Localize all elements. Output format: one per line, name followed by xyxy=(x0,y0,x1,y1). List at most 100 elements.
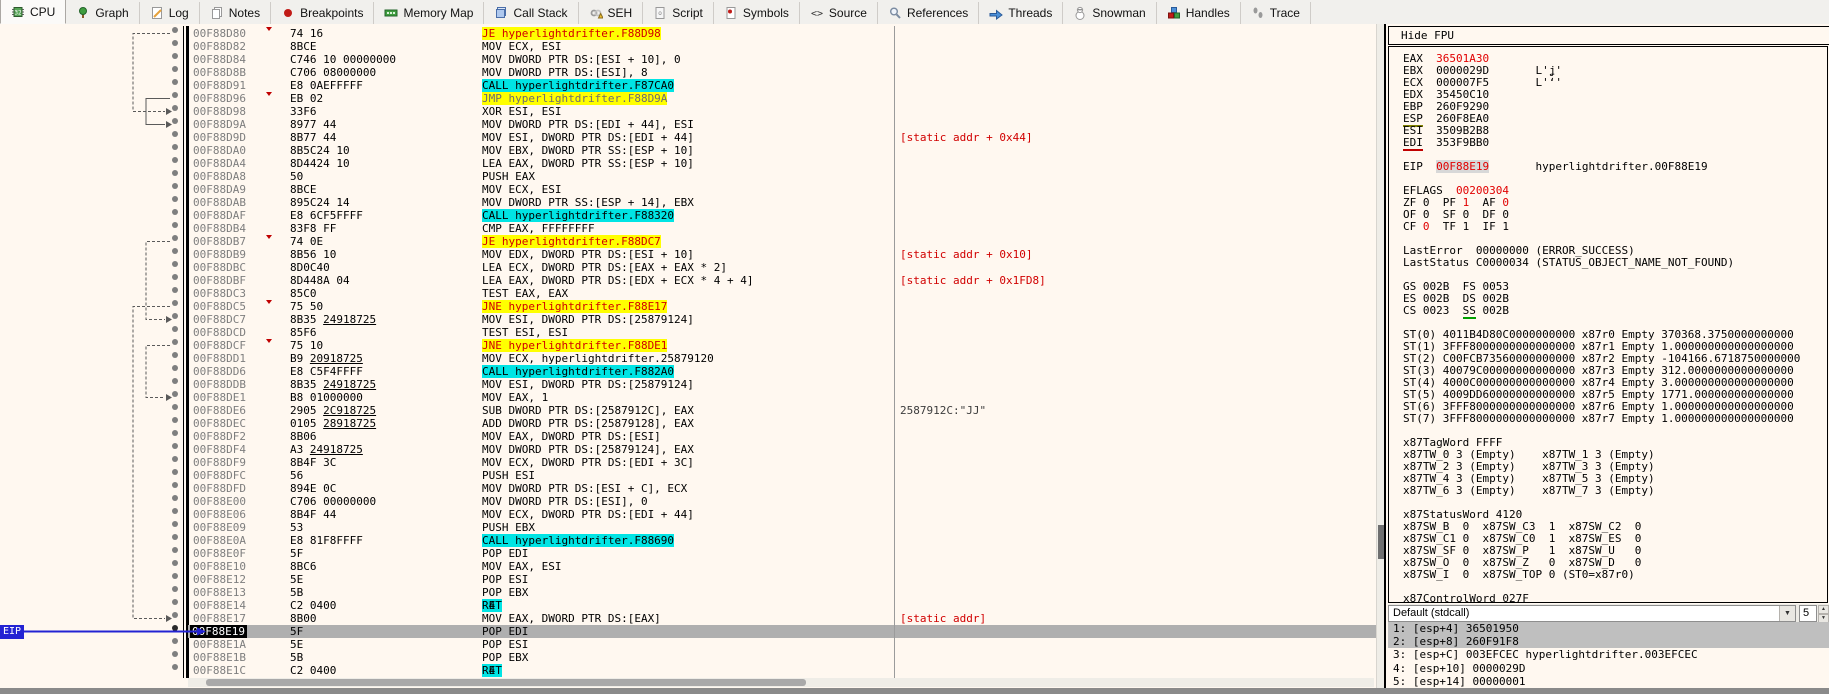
argument-row[interactable]: 1: [esp+4] 36501950 xyxy=(1388,622,1829,635)
registers-pane: Hide FPU EAX 36501A30EBX 0000029D L'ʝ'EC… xyxy=(1384,24,1829,688)
register-line[interactable]: x87TW_6 3 (Empty) x87TW_7 3 (Empty) xyxy=(1403,485,1827,497)
svg-text:<>: <> xyxy=(811,9,823,20)
snowman-icon xyxy=(1073,6,1087,20)
svg-text:32: 32 xyxy=(14,9,22,16)
bytes-cell: 56 xyxy=(290,469,303,482)
bytes-cell: 0105 28918725 xyxy=(290,417,376,430)
tab-label: Call Stack xyxy=(513,6,567,20)
arguments-list: 1: [esp+4] 365019502: [esp+8] 260F91F83:… xyxy=(1388,622,1829,688)
bytes-cell: E8 0AEFFFFF xyxy=(290,79,363,92)
chevron-down-icon[interactable]: ▼ xyxy=(1779,606,1795,621)
horizontal-scrollbar-thumb[interactable] xyxy=(206,679,806,686)
calling-convention-select[interactable]: Default (stdcall) ▼ xyxy=(1388,605,1796,622)
tab-call-stack[interactable]: Call Stack xyxy=(484,2,578,24)
bytes-cell: 895C24 14 xyxy=(290,196,350,209)
tab-memory-map[interactable]: Memory Map xyxy=(374,2,484,24)
bytes-cell: 74 16 xyxy=(290,27,323,40)
tab-label: References xyxy=(907,6,968,20)
tab-log[interactable]: Log xyxy=(140,2,200,24)
bytes-cell: E8 C5F4FFFF xyxy=(290,365,363,378)
bytes-cell: EB 02 xyxy=(290,92,323,105)
comment-cell: 2587912C:"JJ" xyxy=(900,404,986,417)
tab-trace[interactable]: Trace xyxy=(1241,2,1311,24)
register-line[interactable]: EDI 353F9BB0 xyxy=(1403,137,1827,149)
bytes-cell: 8B35 24918725 xyxy=(290,378,376,391)
bytes-cell: B9 20918725 xyxy=(290,352,363,365)
symbols-icon xyxy=(724,6,738,20)
bytes-cell: 8B35 24918725 xyxy=(290,313,376,326)
register-line[interactable]: EIP 00F88E19 hyperlightdrifter.00F88E19 xyxy=(1403,161,1827,173)
tab-symbols[interactable]: Symbols xyxy=(714,2,800,24)
argument-row[interactable]: 2: [esp+8] 260F91F8 xyxy=(1388,635,1829,648)
comment-cell: [static addr + 0x10] xyxy=(900,248,1032,261)
bytes-cell: 74 0E xyxy=(290,235,323,248)
register-line[interactable]: x87SW_I 0 x87SW_TOP 0 (ST0=x87r0) xyxy=(1403,569,1827,581)
bytes-cell: C2 0400 xyxy=(290,664,336,677)
tab-graph[interactable]: Graph xyxy=(66,2,139,24)
bytes-cell: 8977 44 xyxy=(290,118,336,131)
bytes-cell: 83F8 FF xyxy=(290,222,336,235)
hide-fpu-button[interactable]: Hide FPU xyxy=(1388,26,1829,45)
tab-script[interactable]: oScript xyxy=(643,2,714,24)
breakpoints-icon xyxy=(281,6,295,20)
bytes-cell: C746 10 00000000 xyxy=(290,53,396,66)
bytes-cell: 53 xyxy=(290,521,303,534)
bytes-cell: 33F6 xyxy=(290,105,317,118)
notes-icon xyxy=(210,6,224,20)
bytes-cell: 5F xyxy=(290,625,303,638)
argument-row[interactable]: 5: [esp+14] 00000001 xyxy=(1388,675,1829,688)
tab-breakpoints[interactable]: Breakpoints xyxy=(271,2,374,24)
bytes-cell: B8 01000000 xyxy=(290,391,363,404)
bytes-cell: 50 xyxy=(290,170,303,183)
bytes-cell: 5E xyxy=(290,573,303,586)
bytes-cell: 8BCE xyxy=(290,183,317,196)
bytes-cell: 8B4F 3C xyxy=(290,456,336,469)
tab-handles[interactable]: Handles xyxy=(1157,2,1241,24)
tab-label: Threads xyxy=(1008,6,1052,20)
register-line[interactable]: CF 0 TF 1 IF 1 xyxy=(1403,221,1827,233)
tab-notes[interactable]: Notes xyxy=(200,2,271,24)
cpu-icon: 32 xyxy=(11,5,25,19)
tab-label: Snowman xyxy=(1092,6,1145,20)
threads-icon xyxy=(989,6,1003,20)
bytes-cell: 8B77 44 xyxy=(290,131,336,144)
comment-column-divider[interactable] xyxy=(894,26,895,678)
tab-label: Script xyxy=(672,6,703,20)
register-line[interactable]: CS 0023 SS 002B xyxy=(1403,305,1827,317)
bytes-cell: 8BCE xyxy=(290,40,317,53)
tab-bar: 32CPUGraph Log Notes BreakpointsMemory Map C… xyxy=(0,0,1829,25)
bytes-cell: 8B5C24 10 xyxy=(290,144,350,157)
tab-cpu[interactable]: 32CPU xyxy=(0,0,66,24)
eip-marker: EIP xyxy=(0,625,24,639)
source-icon: <> xyxy=(810,6,824,20)
tab-source[interactable]: <>Source xyxy=(800,2,878,24)
argument-row[interactable]: 3: [esp+C] 003EFCEC hyperlightdrifter.00… xyxy=(1388,648,1829,661)
horizontal-scrollbar[interactable] xyxy=(188,678,1374,687)
tab-label: Log xyxy=(169,6,189,20)
tab-label: Handles xyxy=(1186,6,1230,20)
bytes-cell: 75 10 xyxy=(290,339,323,352)
tab-snowman[interactable]: Snowman xyxy=(1063,2,1156,24)
register-line[interactable]: x87ControlWord 027F xyxy=(1403,593,1827,603)
bytes-cell: 8B56 10 xyxy=(290,248,336,261)
arg-count-input[interactable]: 5 xyxy=(1799,605,1817,622)
bytes-cell: 5E xyxy=(290,638,303,651)
spin-up-icon[interactable]: ▲ xyxy=(1818,605,1829,614)
tab-references[interactable]: References xyxy=(878,2,979,24)
tab-threads[interactable]: Threads xyxy=(979,2,1063,24)
arg-count-spinner[interactable]: ▲ ▼ xyxy=(1818,605,1829,622)
tab-label: Notes xyxy=(229,6,260,20)
x32dbg-window: 32CPUGraph Log Notes BreakpointsMemory Map C… xyxy=(0,0,1829,694)
argument-row[interactable]: 4: [esp+10] 0000029D xyxy=(1388,662,1829,675)
disassembly-pane[interactable]: 00F88D8074 16JE hyperlightdrifter.F88D98… xyxy=(0,24,1376,688)
seh-icon xyxy=(589,6,603,20)
bottom-bar xyxy=(0,688,1829,694)
calling-convention-row: Default (stdcall) ▼ 5 ▲ ▼ xyxy=(1388,604,1829,622)
jump-direction-icon xyxy=(266,300,272,304)
tab-seh[interactable]: SEH xyxy=(579,2,644,24)
bytes-cell: 8D4424 10 xyxy=(290,157,350,170)
register-line[interactable]: ST(7) 3FFF8000000000000000 x87r7 Empty 1… xyxy=(1403,413,1827,425)
registers-view[interactable]: EAX 36501A30EBX 0000029D L'ʝ'ECX 000007F… xyxy=(1388,46,1828,603)
bytes-cell: 75 50 xyxy=(290,300,323,313)
register-line[interactable]: LastStatus C0000034 (STATUS_OBJECT_NAME_… xyxy=(1403,257,1827,269)
